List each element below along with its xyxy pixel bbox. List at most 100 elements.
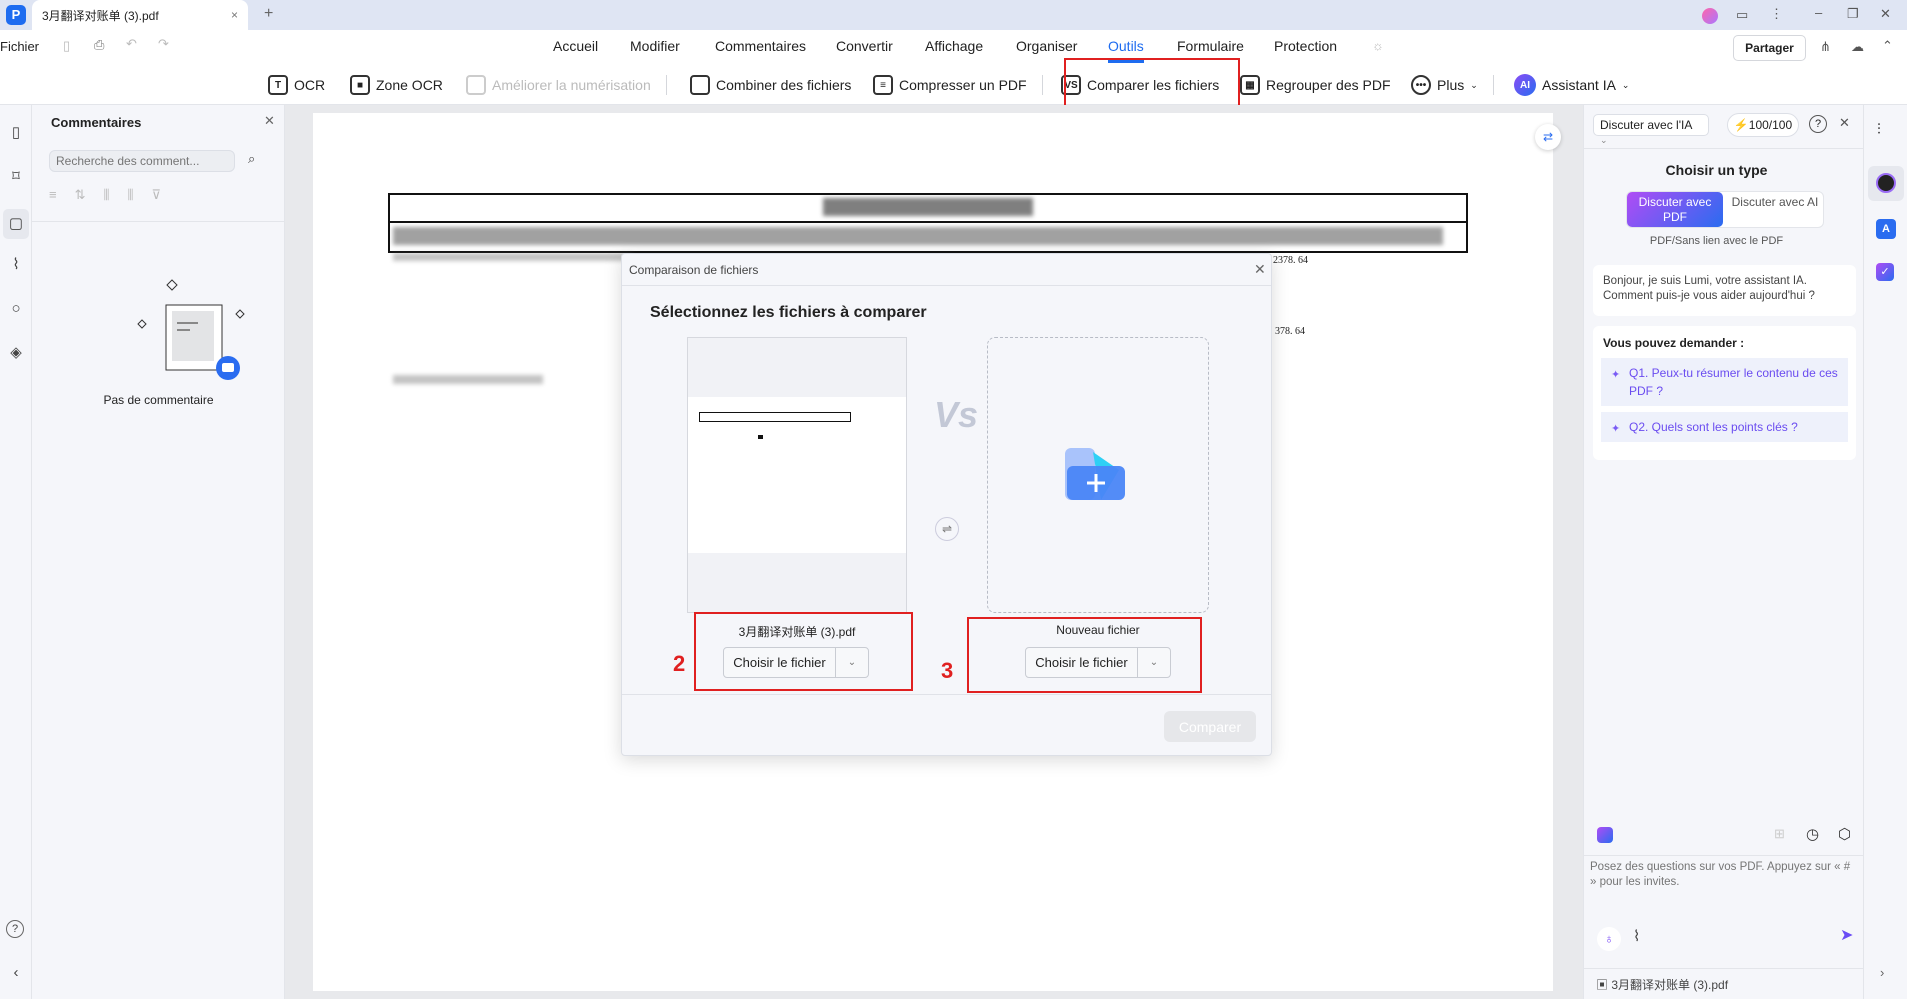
assistant-ia-button[interactable]: AI Assistant IA ⌄ (1514, 72, 1629, 98)
suggestion-item[interactable]: Q2. Quels sont les points clés ? (1601, 412, 1848, 442)
comment-filter-tools[interactable]: ≡⇅⫼⫼⊽ (49, 187, 179, 203)
empty-comments-illustration (137, 279, 245, 380)
combine-icon (690, 75, 710, 95)
plus-label: Plus (1437, 77, 1465, 93)
menu-accueil[interactable]: Accueil (553, 38, 598, 54)
ocr-icon: T (268, 75, 288, 95)
segment-chat-ai[interactable]: Discuter avec AI (1727, 192, 1823, 227)
save-icon[interactable]: ▯ (63, 38, 70, 54)
properties-icon[interactable]: ⫶ (1877, 121, 1881, 138)
ai-icon: AI (1514, 74, 1536, 96)
ai-assistant-panel: Discuter avec l'IA ⌄ ⚡100/100 ? ✕ Choisi… (1583, 105, 1864, 999)
cloud-upload-icon[interactable]: ☁ (1851, 39, 1864, 55)
menu-commentaires[interactable]: Commentaires (715, 38, 806, 54)
new-chat-icon[interactable]: ⊞ (1774, 826, 1785, 842)
divider (1584, 148, 1864, 149)
menu-protection[interactable]: Protection (1274, 38, 1337, 54)
translate-icon[interactable]: A (1876, 219, 1896, 239)
close-panel-icon[interactable]: ✕ (264, 113, 275, 129)
segment-chat-pdf[interactable]: Discuter avec PDF (1627, 192, 1723, 227)
comment-icon[interactable]: ▢ (3, 209, 29, 239)
send-icon[interactable]: ➤ (1840, 925, 1853, 945)
right-file-dropzone[interactable] (987, 337, 1209, 613)
combiner-button[interactable]: Combiner des fichiers (690, 72, 851, 98)
tab-close-icon[interactable]: × (231, 8, 238, 22)
search-icon[interactable]: ⌕ (248, 151, 255, 167)
prompt-library-icon[interactable] (1597, 827, 1613, 843)
minimize-icon[interactable]: – (1815, 5, 1822, 20)
layers-icon[interactable]: ◈ (6, 343, 26, 363)
zone-ocr-label: Zone OCR (376, 77, 443, 93)
print-icon[interactable]: ⎙ (94, 37, 104, 53)
scanner-icon (466, 75, 486, 95)
credits-badge[interactable]: ⚡100/100 (1727, 113, 1799, 137)
share-button[interactable]: Partager (1733, 35, 1806, 61)
attach-icon[interactable]: ⌇ (1633, 927, 1640, 945)
ai-mode-dropdown[interactable]: Discuter avec l'IA ⌄ (1593, 114, 1709, 145)
collapse-left-icon[interactable]: ‹ (6, 963, 26, 983)
swap-files-button[interactable]: ⇌ (935, 517, 959, 541)
expand-right-icon[interactable]: › (1880, 965, 1884, 980)
suggestion-item[interactable]: Q1. Peux-tu résumer le contenu de ces PD… (1601, 358, 1848, 406)
assistant-label: Assistant IA (1542, 77, 1616, 93)
restore-icon[interactable]: ❐ (1847, 6, 1859, 22)
translate-float-icon[interactable]: ⇄ (1535, 124, 1561, 150)
file-menu[interactable]: Fichier (0, 39, 39, 54)
lightbulb-icon[interactable]: ☼ (1372, 38, 1384, 53)
undo-icon[interactable]: ↶ (126, 36, 137, 52)
menu-outils[interactable]: Outils (1108, 38, 1144, 63)
lightbulb-prompt-icon[interactable]: ♁ (1597, 927, 1621, 951)
comments-title: Commentaires (51, 115, 142, 130)
ameliorer-button[interactable]: Améliorer la numérisation (466, 72, 651, 98)
menu-organiser[interactable]: Organiser (1016, 38, 1077, 54)
preview-table (699, 412, 851, 422)
segment-note: PDF/Sans lien avec le PDF (1649, 235, 1784, 247)
ai-question-input[interactable] (1590, 860, 1858, 920)
close-ai-icon[interactable]: ✕ (1839, 115, 1850, 131)
attachment-icon[interactable]: ⌇ (6, 255, 26, 275)
check-task-icon[interactable]: ✓ (1876, 263, 1894, 281)
ai-assistant-tab[interactable] (1868, 166, 1904, 201)
menu-convertir[interactable]: Convertir (836, 38, 893, 54)
page-icon[interactable]: ▯ (6, 123, 26, 143)
search-icon[interactable]: ○ (6, 299, 26, 319)
redo-icon[interactable]: ↷ (158, 36, 169, 52)
batch-icon: ▦ (1240, 75, 1260, 95)
compresser-button[interactable]: ≡ Compresser un PDF (873, 72, 1027, 98)
help-icon[interactable]: ? (1809, 115, 1827, 133)
add-folder-icon (1065, 448, 1125, 500)
combiner-label: Combiner des fichiers (716, 77, 852, 93)
ocr-button[interactable]: T OCR (268, 72, 325, 98)
new-tab-button[interactable]: + (264, 5, 273, 23)
compare-button[interactable]: Comparer (1164, 711, 1256, 742)
regrouper-button[interactable]: ▦ Regrouper des PDF (1240, 72, 1391, 98)
preview-page (688, 397, 906, 553)
redacted-row (393, 253, 633, 261)
menu-formulaire[interactable]: Formulaire (1177, 38, 1244, 54)
help-icon[interactable]: ? (6, 920, 24, 938)
dialog-close-icon[interactable]: ✕ (1254, 261, 1266, 278)
redacted-header-row (393, 227, 1443, 245)
comment-search-input[interactable] (49, 150, 235, 172)
menu-modifier[interactable]: Modifier (630, 38, 680, 54)
title-bar (0, 0, 1907, 30)
plus-button[interactable]: ••• Plus ⌄ (1411, 72, 1478, 98)
no-comment-label: Pas de commentaire (103, 393, 214, 407)
divider (622, 694, 1271, 695)
compresser-label: Compresser un PDF (899, 77, 1027, 93)
history-icon[interactable]: ◷ (1806, 825, 1819, 843)
zone-ocr-button[interactable]: ■ Zone OCR (350, 72, 443, 98)
menu-affichage[interactable]: Affichage (925, 38, 983, 54)
avatar[interactable] (1702, 8, 1718, 24)
workflow-icon[interactable]: ⋔ (1820, 39, 1831, 55)
settings-icon[interactable]: ⬡ (1838, 825, 1851, 843)
divider (666, 75, 667, 95)
dialog-title: Comparaison de fichiers (629, 263, 759, 277)
document-tab[interactable]: 3月翻译对账单 (3).pdf × (32, 0, 248, 30)
more-icon[interactable]: ⋮ (1770, 6, 1783, 22)
left-file-preview[interactable] (687, 337, 907, 613)
bookmark-icon[interactable]: ⌑ (6, 167, 26, 187)
collapse-ribbon-icon[interactable]: ⌃ (1882, 38, 1893, 54)
feedback-icon[interactable]: ▭ (1736, 7, 1748, 23)
close-window-icon[interactable]: ✕ (1880, 6, 1891, 22)
